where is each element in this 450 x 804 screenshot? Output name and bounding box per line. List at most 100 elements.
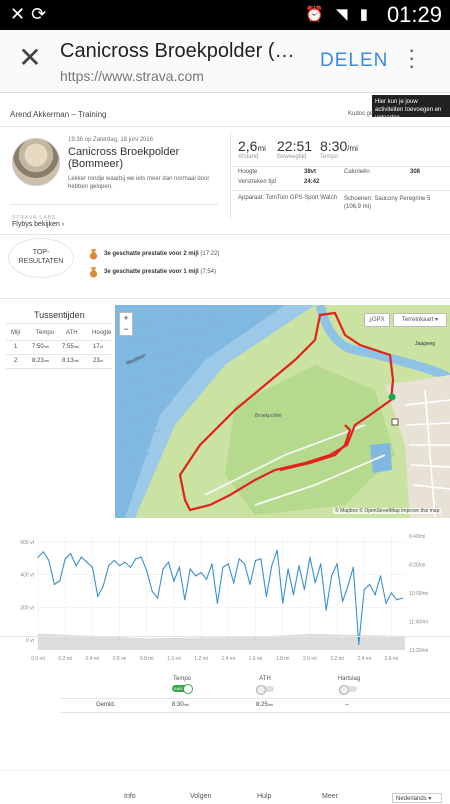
data-point xyxy=(336,563,338,565)
y-right-tick-label: 11:40/mi xyxy=(409,620,428,626)
zoom-controls[interactable]: + − xyxy=(119,312,133,336)
data-point xyxy=(249,583,251,585)
breadcrumb[interactable]: Arend Akkerman – Training xyxy=(10,110,107,119)
footer-link-follow[interactable]: Volgen xyxy=(190,793,211,800)
data-point xyxy=(135,558,137,560)
data-point xyxy=(48,559,50,562)
divider xyxy=(60,698,450,699)
custom-tab-bar: ✕ Canicross Broekpolder (… https://www.s… xyxy=(0,30,450,93)
page-title: Canicross Broekpolder (… xyxy=(60,40,295,62)
data-point xyxy=(292,594,295,596)
stat-pace-label: Tempo xyxy=(320,154,339,160)
achievement-item: 3e geschatte prestatie voor 2 mijl (17:2… xyxy=(104,251,220,257)
split-pace: 8:23/mi xyxy=(32,358,50,364)
data-point xyxy=(102,585,104,587)
splits-title: Tussentijden xyxy=(34,310,85,320)
device-info: Apparaat: TomTom GPS Sport Watch xyxy=(238,195,338,201)
status-bar: ✕⟳ ⏰ ◥ ▮ 01:29 xyxy=(0,0,450,30)
footer: Info Volgen Hulp Meer Nederlands ▾ xyxy=(0,770,450,803)
divider xyxy=(6,354,112,355)
x-tick-label: 2.0 mi xyxy=(303,656,317,662)
stat-moving-time-label: Beweegtijd xyxy=(277,154,307,160)
stat-pace: 8:30/mi Tempo xyxy=(320,138,358,160)
footer-link-help[interactable]: Hulp xyxy=(257,793,271,800)
overflow-menu-icon[interactable]: · · · xyxy=(408,39,415,77)
data-point xyxy=(222,566,224,568)
divider xyxy=(0,234,450,235)
data-point xyxy=(64,558,66,560)
map-label: Jaagweg xyxy=(415,341,435,347)
data-point xyxy=(59,580,61,582)
split-pace: 7:50/mi xyxy=(32,344,50,350)
divider xyxy=(0,298,450,299)
share-button[interactable]: DELEN xyxy=(320,50,388,72)
data-point xyxy=(303,589,305,591)
x-tick-label: 1.2 mi xyxy=(194,656,208,662)
divider xyxy=(6,323,112,324)
start-marker xyxy=(388,393,396,401)
calories-label: Calorieën xyxy=(344,169,370,175)
shoes-info[interactable]: Schoenen: Saucony Peregrine 5 (106,9 mi) xyxy=(344,195,444,211)
split-gap: 7:55/mi xyxy=(62,344,80,350)
split-elevation: 17vt xyxy=(93,344,103,350)
medal-icon xyxy=(89,267,98,278)
data-point xyxy=(314,582,316,584)
data-point xyxy=(113,559,115,562)
data-point xyxy=(369,583,371,585)
data-point xyxy=(385,602,387,604)
data-point xyxy=(298,565,300,567)
x-tick-label: 1.0 mi xyxy=(167,656,181,662)
footer-link-more[interactable]: Meer xyxy=(322,793,338,800)
pace-elevation-chart[interactable]: 600 vt 400 vt 200 vt 0 vt 6:40/mi 8:20/mi 10:0… xyxy=(0,522,450,682)
average-label: Gemid. xyxy=(96,702,116,708)
elevation-value: 38vt xyxy=(304,169,317,175)
zoom-in-button[interactable]: + xyxy=(120,313,132,324)
close-icon[interactable]: ✕ xyxy=(14,42,46,74)
data-point xyxy=(379,575,382,577)
data-point xyxy=(390,592,392,594)
data-point xyxy=(227,563,229,565)
map-attribution[interactable]: © Mapbox © OpenStreetMap Improve this ma… xyxy=(333,508,442,514)
x-tick-label: 0.4 mi xyxy=(86,656,100,662)
calories-value: 308 xyxy=(410,169,421,175)
divider xyxy=(0,636,450,637)
data-point xyxy=(140,556,142,558)
heartrate-legend-label: Hartslag xyxy=(337,676,361,682)
gap-toggle[interactable] xyxy=(256,685,274,695)
x-tick-label: 1.6 mi xyxy=(249,656,263,662)
data-point xyxy=(244,563,246,565)
split-elevation: 23vt xyxy=(93,358,103,364)
data-point xyxy=(70,553,72,555)
y-left-tick-label: 0 vt xyxy=(26,638,35,644)
y-left-tick-label: 400 vt xyxy=(20,573,34,579)
page-url: https://www.strava.com xyxy=(60,68,204,84)
divider xyxy=(0,126,450,127)
avatar[interactable] xyxy=(12,138,60,186)
split-gap: 8:13/mi xyxy=(62,358,80,364)
map-type-select[interactable]: Terreinkaart ▾ xyxy=(393,313,447,327)
activity-title: Canicross Broekpolder (Bommeer) xyxy=(68,146,180,170)
splits-header-gap: ATH xyxy=(66,330,78,336)
language-select[interactable]: Nederlands ▾ xyxy=(392,793,442,803)
gpx-download-button[interactable]: ⤓GPX xyxy=(364,313,390,327)
data-point xyxy=(260,558,262,560)
data-point xyxy=(320,563,322,565)
flyby-link[interactable]: Flybys bekijken › xyxy=(12,221,64,228)
tempo-toggle[interactable]: AAN xyxy=(172,684,193,694)
x-tick-label: 2.4 mi xyxy=(357,656,371,662)
x-tick-label: 0.2 mi xyxy=(58,656,72,662)
map-label: Broekpolder xyxy=(255,413,282,419)
divider xyxy=(6,340,112,341)
data-point xyxy=(86,561,88,563)
split-mile: 1 xyxy=(14,344,18,350)
heartrate-toggle[interactable] xyxy=(339,685,357,695)
splits-header-pace: Tempo xyxy=(36,330,55,336)
route-map[interactable]: Westlaan Broekpolder Jaagweg + − ⤓GPX Te… xyxy=(115,305,450,518)
y-right-tick-label: 6:40/mi xyxy=(409,534,425,540)
footer-link-info[interactable]: Info xyxy=(124,793,136,800)
zoom-out-button[interactable]: − xyxy=(120,324,132,335)
gap-legend-label: ATH xyxy=(259,676,271,682)
y-left-tick-label: 600 vt xyxy=(20,540,34,546)
data-point xyxy=(254,559,257,562)
kudos-label[interactable]: Kudos ge xyxy=(348,111,373,117)
